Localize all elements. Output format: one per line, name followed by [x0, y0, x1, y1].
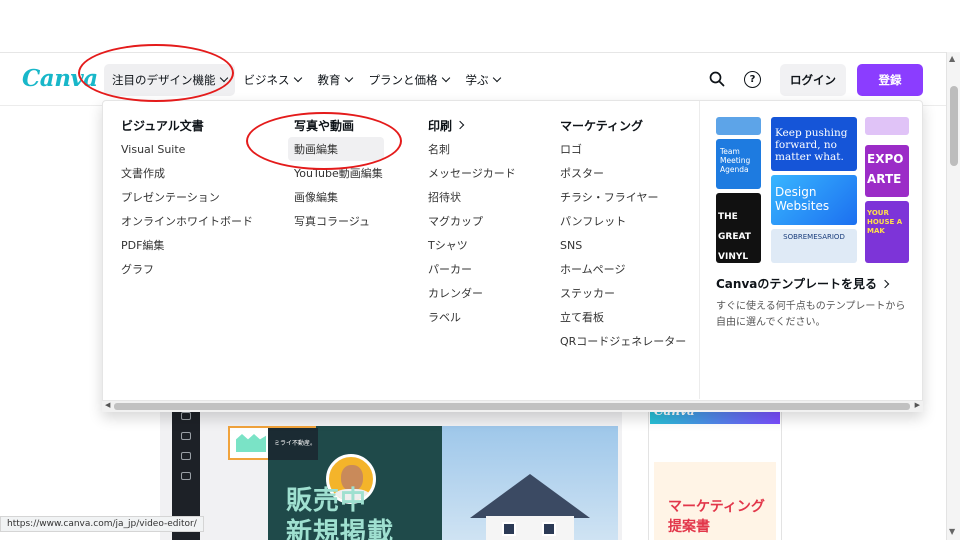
- column-title-label: 印刷: [428, 118, 453, 133]
- template-thumb-vinyl-sale: THE GREAT VINYL SALE: [716, 193, 761, 263]
- design-subheadline: 新規掲載: [286, 518, 395, 540]
- nav-label: プランと価格: [368, 73, 438, 87]
- scroll-up-arrow-icon[interactable]: ▲: [949, 54, 955, 63]
- chevron-down-icon: [219, 73, 228, 83]
- menu-link-youtube-editor[interactable]: YouTube動画編集: [294, 161, 384, 185]
- chevron-right-icon: [880, 279, 890, 288]
- menu-link-docs[interactable]: 文書作成: [121, 161, 253, 185]
- signup-button[interactable]: 登録: [857, 64, 923, 96]
- menu-link-signboard[interactable]: 立て看板: [560, 305, 686, 329]
- search-icon[interactable]: [709, 71, 725, 87]
- main-nav: 注目のデザイン機能 ビジネス 教育 プランと価格 学ぶ: [104, 63, 509, 97]
- menu-link-presentation[interactable]: プレゼンテーション: [121, 185, 253, 209]
- nav-featured-design[interactable]: 注目のデザイン機能: [104, 64, 235, 96]
- menu-link-sns[interactable]: SNS: [560, 233, 686, 257]
- chevron-right-icon: [455, 120, 465, 130]
- status-bar-url: https://www.canva.com/ja_jp/video-editor…: [0, 516, 204, 532]
- help-icon[interactable]: ?: [744, 71, 761, 88]
- menu-link-label[interactable]: ラベル: [428, 305, 516, 329]
- nav-education[interactable]: 教育: [310, 64, 360, 96]
- template-thumb-quote: Keep pushing forward, no matter what.: [771, 117, 857, 171]
- menu-link-message-card[interactable]: メッセージカード: [428, 161, 516, 185]
- nav-plans-pricing[interactable]: プランと価格: [361, 64, 457, 96]
- menu-link-video-editor[interactable]: 動画編集: [288, 137, 384, 161]
- templates-description: すぐに使える何千点ものテンプレートから自由に選んでください。: [716, 301, 906, 328]
- column-visual-docs: ビジュアル文書 Visual Suite 文書作成 プレゼンテーション オンライ…: [121, 113, 253, 281]
- page-scrollbar[interactable]: ▲ ▼: [946, 52, 960, 540]
- rail-icon: [181, 412, 191, 420]
- menu-link-flyer[interactable]: チラシ・フライヤー: [560, 185, 686, 209]
- template-thumb-sobremesa: SOBREMESARIOD: [771, 229, 857, 263]
- menu-link-brochure[interactable]: パンフレット: [560, 209, 686, 233]
- column-photo-video: 写真や動画 動画編集 YouTube動画編集 画像編集 写真コラージュ: [288, 113, 384, 233]
- rail-icon: [181, 472, 191, 480]
- menu-link-logo[interactable]: ロゴ: [560, 137, 686, 161]
- template-thumb-design-websites: Design Websites: [771, 175, 857, 225]
- menu-link-photo-editor[interactable]: 画像編集: [294, 185, 384, 209]
- chevron-down-icon: [344, 73, 353, 83]
- menu-link-homepage[interactable]: ホームページ: [560, 257, 686, 281]
- canva-logo[interactable]: Canva: [22, 65, 98, 92]
- brand-tag: ミライ不動産。: [268, 428, 318, 460]
- menu-link-invitation[interactable]: 招待状: [428, 185, 516, 209]
- nav-label: 教育: [317, 73, 341, 87]
- column-title-print[interactable]: 印刷: [428, 113, 516, 137]
- scroll-right-arrow-icon[interactable]: ▶: [915, 401, 920, 409]
- page: ミライ不動産。 販売中 新規掲載 Canva マーケティング 提案書 Canva…: [0, 0, 960, 540]
- template-thumb-house: YOUR HOUSE A MAK: [865, 201, 909, 263]
- column-title[interactable]: ビジュアル文書: [121, 113, 253, 137]
- house-image: [442, 426, 618, 540]
- rail-icon: [181, 432, 191, 440]
- scrollbar-thumb[interactable]: [950, 86, 958, 166]
- menu-link-hoodie[interactable]: パーカー: [428, 257, 516, 281]
- nav-label: ビジネス: [243, 73, 290, 87]
- site-header: Canva 注目のデザイン機能 ビジネス 教育 プランと価格 学ぶ ? ログイン…: [0, 52, 946, 106]
- view-templates-label: Canvaのテンプレートを見る: [716, 277, 878, 291]
- template-thumb-team-agenda: Team Meeting Agenda: [716, 139, 761, 189]
- template-card-subtitle: 提案書: [668, 519, 710, 535]
- login-button[interactable]: ログイン: [780, 64, 846, 96]
- menu-link-mug[interactable]: マグカップ: [428, 209, 516, 233]
- menu-link-graph[interactable]: グラフ: [121, 257, 253, 281]
- nav-business[interactable]: ビジネス: [236, 64, 309, 96]
- scroll-left-arrow-icon[interactable]: ◀: [105, 401, 110, 409]
- column-print: 印刷 名刺 メッセージカード 招待状 マグカップ Tシャツ パーカー カレンダー…: [428, 113, 516, 329]
- scroll-down-arrow-icon[interactable]: ▼: [949, 527, 955, 536]
- menu-link-whiteboard[interactable]: オンラインホワイトボード: [121, 209, 253, 233]
- featured-design-dropdown: ビジュアル文書 Visual Suite 文書作成 プレゼンテーション オンライ…: [102, 100, 923, 412]
- nav-learn[interactable]: 学ぶ: [458, 64, 508, 96]
- nav-label: 学ぶ: [465, 73, 489, 87]
- column-title[interactable]: 写真や動画: [294, 113, 384, 137]
- rail-icon: [181, 452, 191, 460]
- template-thumb-expo-arte: EXPO ARTE: [865, 145, 909, 197]
- menu-link-photo-collage[interactable]: 写真コラージュ: [294, 209, 384, 233]
- chevron-down-icon: [492, 73, 501, 83]
- column-marketing: マーケティング ロゴ ポスター チラシ・フライヤー パンフレット SNS ホーム…: [560, 113, 686, 353]
- template-thumbnails[interactable]: Team Meeting Agenda THE GREAT VINYL SALE…: [716, 117, 909, 263]
- menu-link-sticker[interactable]: ステッカー: [560, 281, 686, 305]
- template-card-title: マーケティング: [668, 499, 765, 515]
- menu-link-tshirt[interactable]: Tシャツ: [428, 233, 516, 257]
- chevron-down-icon: [441, 73, 450, 83]
- menu-link-pdf-edit[interactable]: PDF編集: [121, 233, 253, 257]
- column-divider: [699, 101, 700, 399]
- menu-link-calendar[interactable]: カレンダー: [428, 281, 516, 305]
- chevron-down-icon: [293, 73, 302, 83]
- menu-link-qr-generator[interactable]: QRコードジェネレーター: [560, 329, 686, 353]
- menu-link-visual-suite[interactable]: Visual Suite: [121, 137, 253, 161]
- template-thumb: [716, 117, 761, 135]
- menu-link-business-card[interactable]: 名刺: [428, 137, 516, 161]
- column-title[interactable]: マーケティング: [560, 113, 686, 137]
- nav-label: 注目のデザイン機能: [112, 73, 216, 87]
- view-templates-link[interactable]: Canvaのテンプレートを見る: [716, 275, 890, 292]
- dropdown-horizontal-scrollbar[interactable]: ◀ ▶: [102, 400, 923, 412]
- template-thumb: [865, 117, 909, 135]
- menu-link-poster[interactable]: ポスター: [560, 161, 686, 185]
- scrollbar-thumb[interactable]: [114, 403, 910, 410]
